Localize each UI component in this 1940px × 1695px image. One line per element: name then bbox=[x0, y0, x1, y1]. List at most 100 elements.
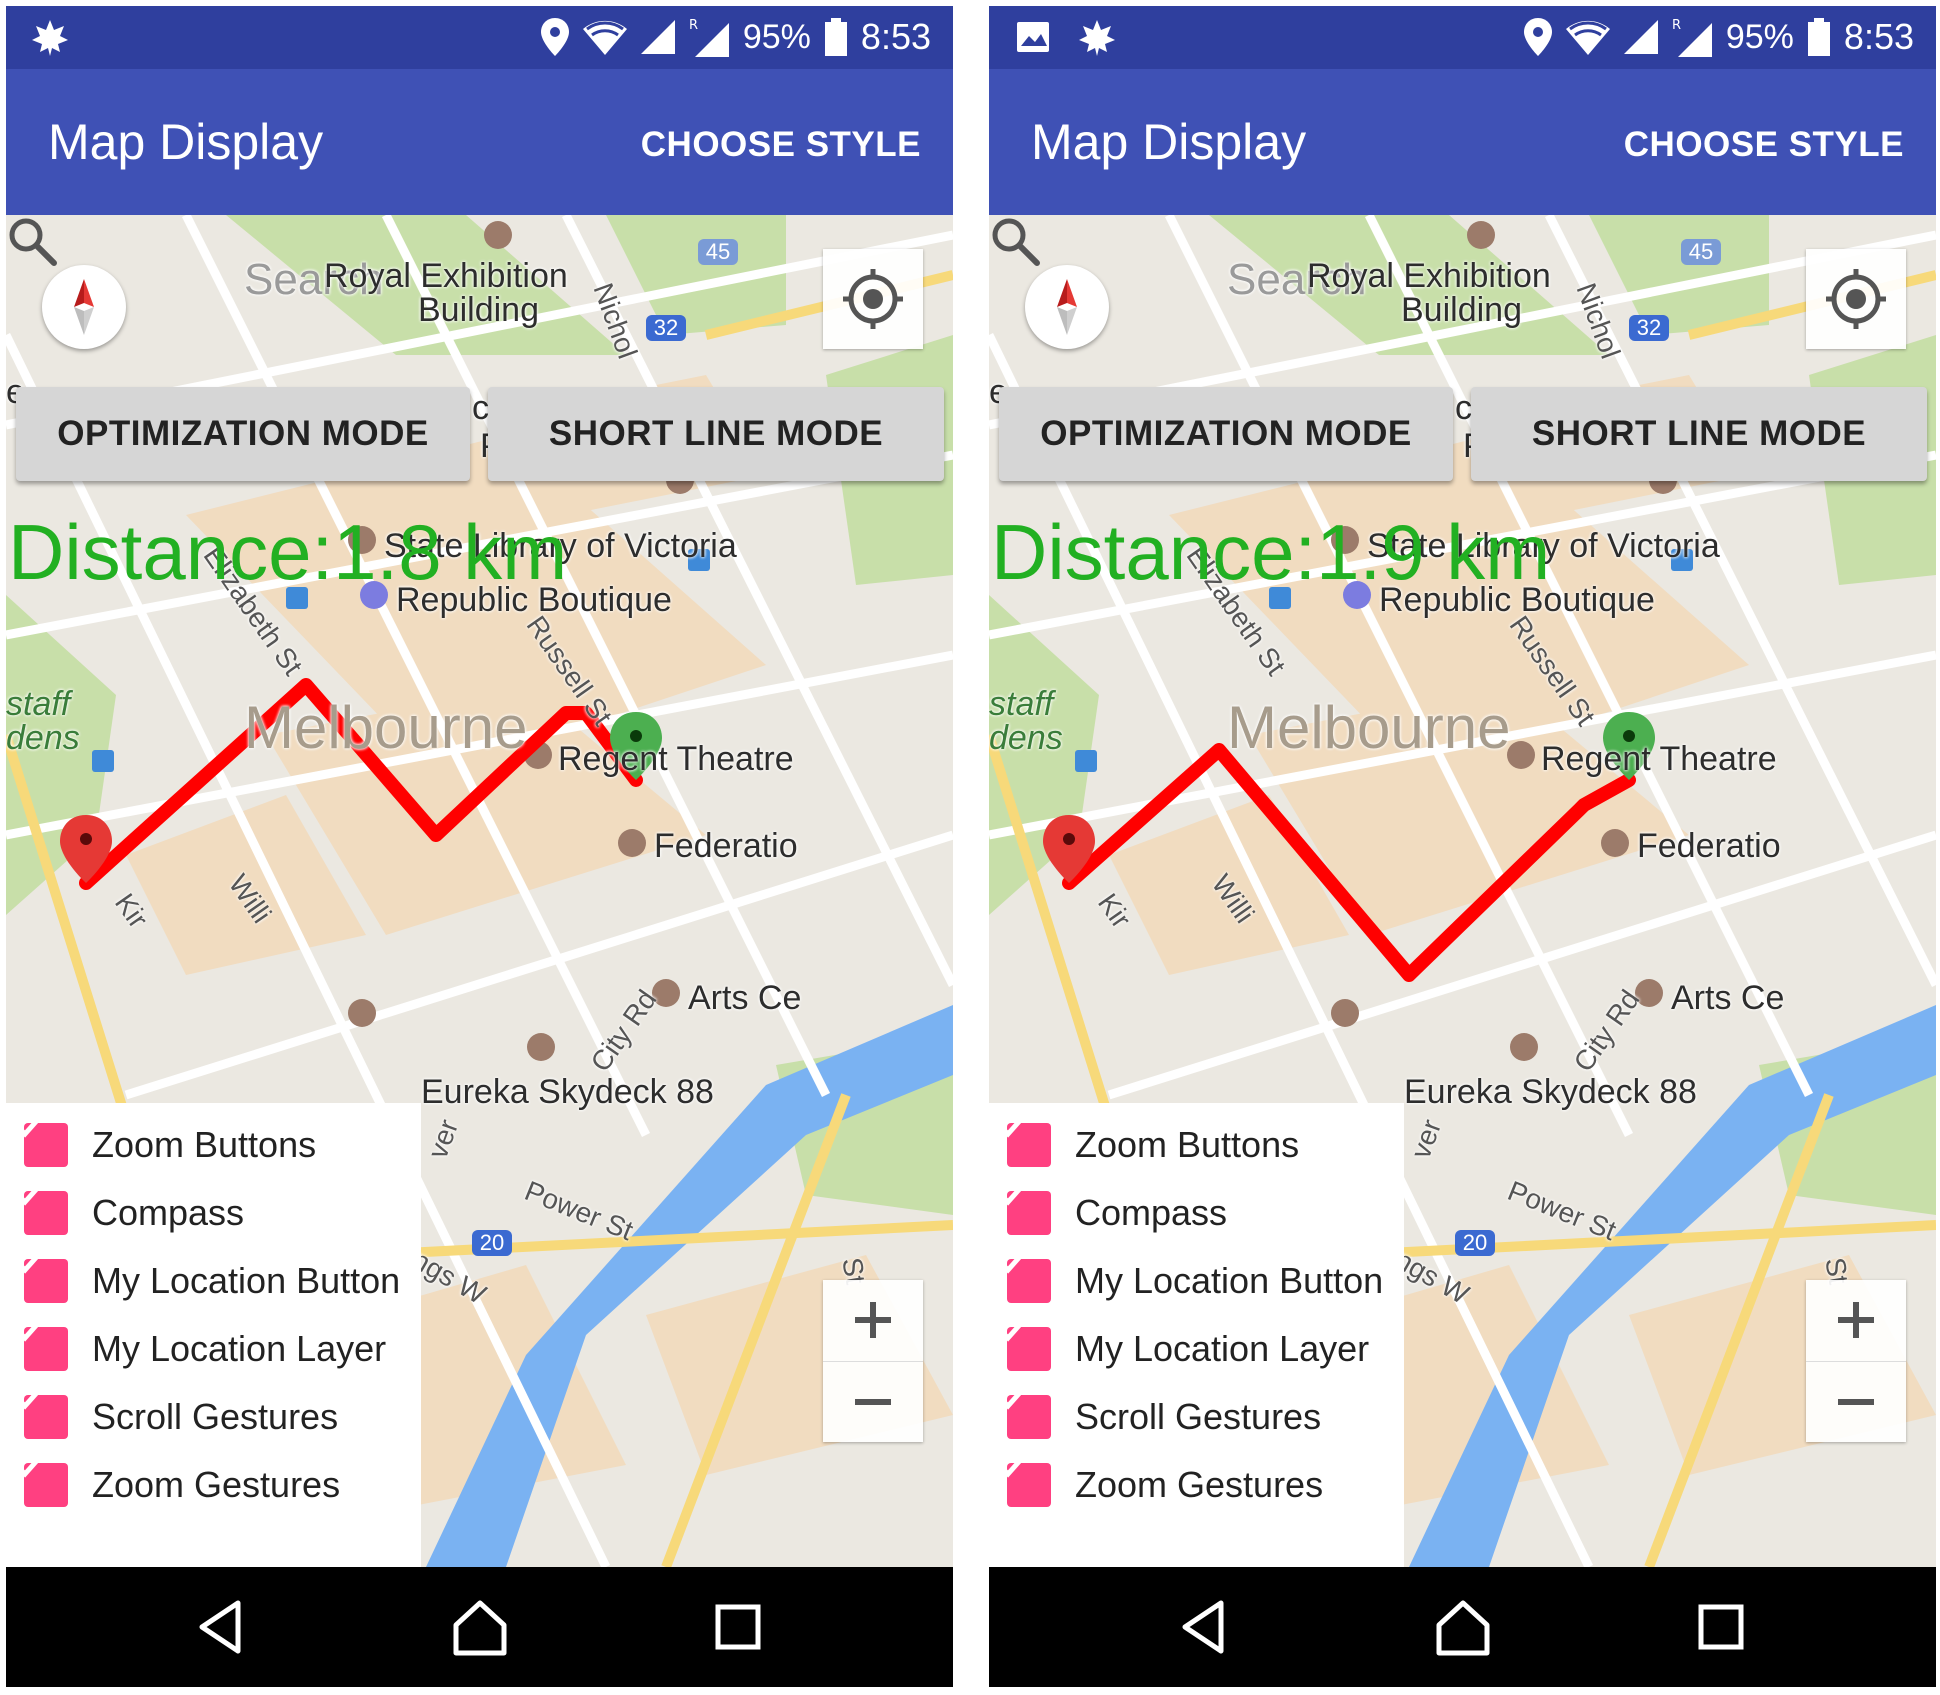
choose-style-button[interactable]: CHOOSE STYLE bbox=[1624, 125, 1904, 165]
phone-screen-left: R 95% 8:53 Map Display CHOOSE STYLE 45 3… bbox=[6, 6, 953, 1687]
map-label-arts-centre: Arts Ce bbox=[1671, 979, 1785, 1017]
recents-icon[interactable] bbox=[706, 1595, 770, 1659]
status-bar: R 95% 8:53 bbox=[6, 6, 953, 69]
app-bar: Map Display CHOOSE STYLE bbox=[6, 69, 953, 215]
compass-button[interactable] bbox=[1025, 265, 1109, 349]
checklist-label: Zoom Gestures bbox=[1075, 1464, 1324, 1505]
checklist-label: Zoom Gestures bbox=[92, 1464, 341, 1505]
museum-poi-icon bbox=[484, 221, 512, 249]
checkmark-icon bbox=[997, 1182, 1026, 1206]
zoom-in-button[interactable] bbox=[823, 1280, 923, 1360]
choose-style-button[interactable]: CHOOSE STYLE bbox=[641, 125, 921, 165]
signal-icon bbox=[1623, 20, 1658, 54]
map-view[interactable]: 45 32 20 Search Royal Exhibition Buildin… bbox=[6, 215, 953, 1567]
poi-icon bbox=[1331, 999, 1359, 1027]
checklist-label: Scroll Gestures bbox=[1075, 1396, 1322, 1437]
search-icon[interactable] bbox=[989, 215, 1041, 267]
distance-label: Distance:1.9 km bbox=[991, 508, 1551, 596]
status-icons-right: R 95% 8:53 bbox=[1523, 16, 1914, 58]
map-view[interactable]: 45 32 20 Search Royal Exhibition Buildin… bbox=[989, 215, 1936, 1567]
map-label-building: Building bbox=[418, 291, 539, 329]
compass-icon bbox=[1057, 279, 1077, 335]
map-label-federation: Federatio bbox=[1637, 827, 1781, 865]
checkbox[interactable] bbox=[997, 1386, 1051, 1439]
map-label-eureka-skydeck: Eureka Skydeck 88 bbox=[1404, 1073, 1697, 1111]
checklist-label: My Location Button bbox=[1075, 1260, 1384, 1301]
checkbox[interactable] bbox=[14, 1318, 68, 1371]
checkbox[interactable] bbox=[997, 1250, 1051, 1303]
short-line-mode-button[interactable]: SHORT LINE MODE bbox=[1471, 387, 1927, 481]
checkbox[interactable] bbox=[997, 1318, 1051, 1371]
status-icons-right: R 95% 8:53 bbox=[540, 16, 931, 58]
checkbox[interactable] bbox=[997, 1454, 1051, 1507]
wifi-icon bbox=[582, 20, 627, 55]
museum-poi-icon bbox=[1467, 221, 1495, 249]
location-pin-icon bbox=[1523, 18, 1552, 56]
home-icon[interactable] bbox=[1431, 1595, 1495, 1659]
checkbox[interactable] bbox=[14, 1386, 68, 1439]
recents-icon[interactable] bbox=[1689, 1595, 1753, 1659]
my-location-button[interactable] bbox=[1806, 249, 1906, 349]
optimization-mode-button[interactable]: OPTIMIZATION MODE bbox=[16, 387, 470, 481]
battery-icon bbox=[824, 18, 847, 56]
highway-shield-20-label: 20 bbox=[480, 1230, 504, 1255]
checkbox[interactable] bbox=[14, 1114, 68, 1167]
zoom-out-button[interactable] bbox=[1806, 1361, 1906, 1442]
federation-poi-icon bbox=[1601, 829, 1629, 857]
checkmark-icon bbox=[14, 1250, 43, 1274]
status-time: 8:53 bbox=[860, 16, 931, 57]
my-location-icon bbox=[1826, 269, 1886, 329]
zoom-out-button[interactable] bbox=[823, 1361, 923, 1442]
minus-icon bbox=[855, 1399, 891, 1405]
map-label-arts-centre: Arts Ce bbox=[688, 979, 802, 1017]
checkmark-icon bbox=[997, 1250, 1026, 1274]
status-icons-left bbox=[1015, 18, 1117, 56]
app-bar: Map Display CHOOSE STYLE bbox=[989, 69, 1936, 215]
my-location-button[interactable] bbox=[823, 249, 923, 349]
map-label-melbourne: Melbourne bbox=[1227, 694, 1511, 761]
plus-icon bbox=[855, 1302, 891, 1338]
checklist-label: Scroll Gestures bbox=[92, 1396, 339, 1437]
checkmark-icon bbox=[14, 1386, 43, 1410]
map-label-dens: dens bbox=[989, 719, 1063, 757]
back-icon[interactable] bbox=[1171, 1595, 1235, 1659]
checkbox[interactable] bbox=[14, 1454, 68, 1507]
signal-icon bbox=[640, 20, 675, 54]
maple-leaf-icon bbox=[32, 20, 68, 56]
tram-stop-icon bbox=[92, 750, 114, 772]
checkmark-icon bbox=[997, 1114, 1026, 1138]
tram-stop-icon bbox=[1075, 750, 1097, 772]
short-line-mode-button[interactable]: SHORT LINE MODE bbox=[488, 387, 944, 481]
zoom-controls bbox=[1806, 1280, 1906, 1442]
status-icons-left bbox=[32, 18, 70, 56]
highway-shield-45-label: 45 bbox=[706, 239, 730, 264]
back-icon[interactable] bbox=[188, 1595, 252, 1659]
optimization-mode-button[interactable]: OPTIMIZATION MODE bbox=[999, 387, 1453, 481]
poi-icon bbox=[348, 999, 376, 1027]
search-icon[interactable] bbox=[6, 215, 58, 267]
checkmark-icon bbox=[997, 1318, 1026, 1342]
map-label-dens: dens bbox=[6, 719, 80, 757]
compass-button[interactable] bbox=[42, 265, 126, 349]
map-label-melbourne: Melbourne bbox=[244, 694, 528, 761]
checklist-label: Compass bbox=[92, 1192, 245, 1233]
home-icon[interactable] bbox=[448, 1595, 512, 1659]
checklist-label: Compass bbox=[1075, 1192, 1228, 1233]
checkbox[interactable] bbox=[997, 1182, 1051, 1235]
checklist-item[interactable]: Zoom Gestures bbox=[989, 1443, 1404, 1527]
ui-settings-checklist: Zoom Buttons Compass My Location Button My … bbox=[989, 1103, 1404, 1567]
navigation-bar bbox=[6, 1567, 953, 1687]
checkbox[interactable] bbox=[997, 1114, 1051, 1167]
checklist-item[interactable]: Zoom Gestures bbox=[6, 1443, 421, 1527]
app-title: Map Display bbox=[1031, 114, 1307, 170]
battery-percent: 95% bbox=[742, 17, 811, 56]
checkmark-icon bbox=[14, 1114, 43, 1138]
maple-leaf-icon bbox=[1079, 20, 1115, 56]
checklist-label: Zoom Buttons bbox=[1075, 1124, 1300, 1165]
ui-settings-checklist: Zoom Buttons Compass My Location Button My … bbox=[6, 1103, 421, 1567]
svg-text:R: R bbox=[1672, 18, 1681, 33]
checkbox[interactable] bbox=[14, 1182, 68, 1235]
theatre-poi-icon bbox=[1507, 741, 1535, 769]
zoom-in-button[interactable] bbox=[1806, 1280, 1906, 1360]
checkbox[interactable] bbox=[14, 1250, 68, 1303]
